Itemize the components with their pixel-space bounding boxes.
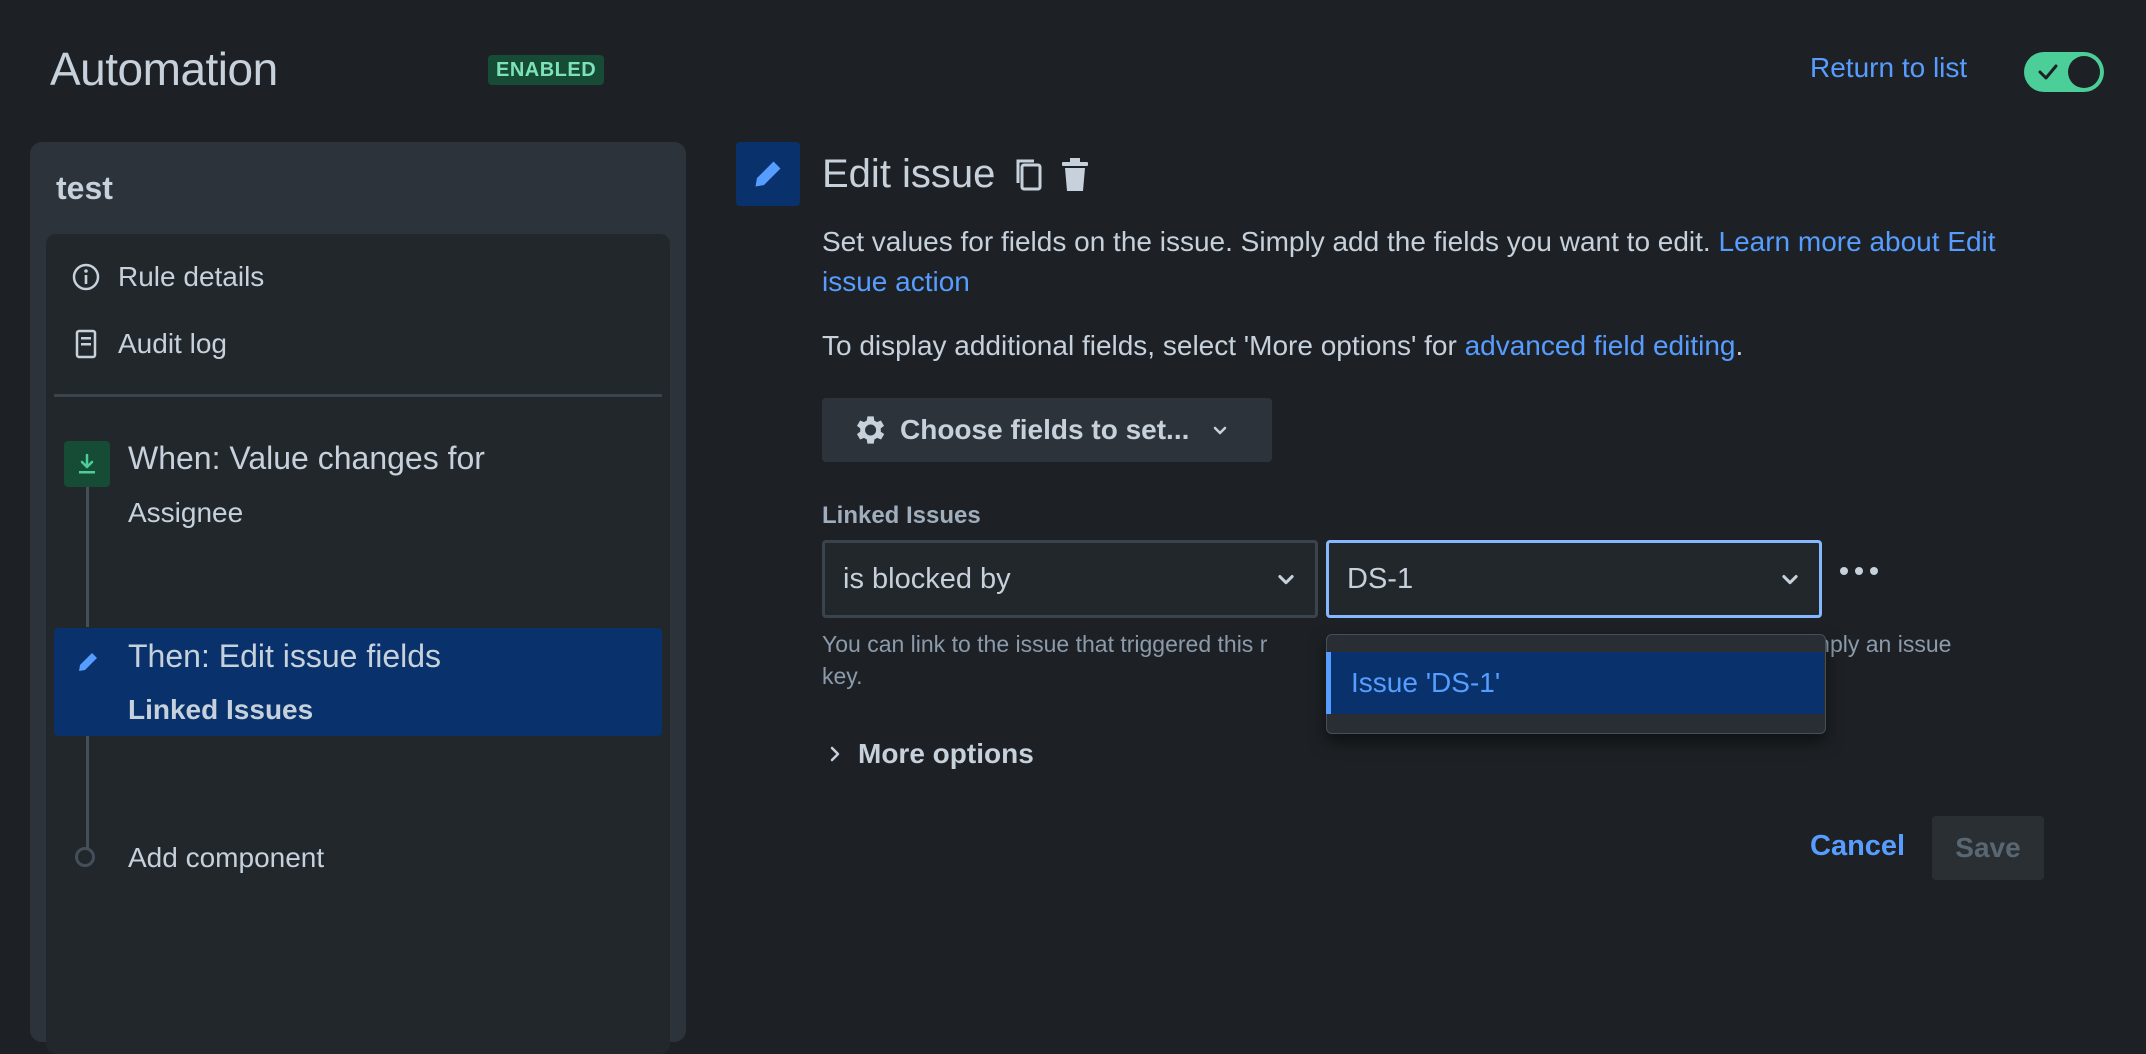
action-title[interactable]: Then: Edit issue fields: [128, 638, 441, 675]
save-button[interactable]: Save: [1932, 816, 2044, 880]
document-icon: [54, 329, 118, 359]
chevron-down-icon: [1782, 575, 1798, 585]
trash-icon[interactable]: [1058, 156, 1092, 194]
toggle-knob: [2068, 56, 2100, 88]
linked-issues-label: Linked Issues: [822, 502, 981, 529]
pencil-icon: [70, 644, 106, 680]
choose-fields-label: Choose fields to set...: [900, 414, 1190, 445]
status-badge: ENABLED: [488, 55, 605, 85]
more-options-toggle[interactable]: More options: [826, 738, 1034, 770]
helper-text-left: You can link to the issue that triggered…: [822, 631, 1268, 657]
trigger-icon[interactable]: [64, 441, 110, 487]
sidebar-item-audit-log[interactable]: Audit log: [54, 314, 664, 374]
add-component-button[interactable]: Add component: [128, 842, 324, 874]
info-icon: [54, 262, 118, 292]
dropdown-option-label: Issue 'DS-1': [1351, 667, 1501, 698]
gear-icon: [856, 416, 885, 444]
sidebar-divider: [54, 394, 662, 397]
editor-title: Edit issue: [822, 152, 996, 196]
sidebar-item-rule-details[interactable]: Rule details: [54, 247, 664, 307]
add-component-dot-icon: [75, 847, 95, 867]
more-options-label: More options: [858, 738, 1034, 769]
rule-enabled-toggle[interactable]: [2024, 52, 2104, 92]
description-text: Set values for fields on the issue. Simp…: [822, 226, 1711, 257]
additional-note-suffix: .: [1735, 330, 1744, 361]
helper-text-tail: key.: [822, 663, 863, 689]
editor-description: Set values for fields on the issue. Simp…: [822, 222, 2062, 302]
trigger-title[interactable]: When: Value changes for: [128, 440, 485, 477]
choose-fields-button[interactable]: Choose fields to set...: [822, 398, 1272, 462]
link-type-value: is blocked by: [843, 562, 1011, 595]
trigger-subtitle: Assignee: [128, 497, 244, 528]
page-title: Automation: [50, 43, 278, 95]
timeline-connector: [86, 736, 89, 848]
chevron-down-icon: [1214, 426, 1227, 435]
issue-key-select[interactable]: DS-1: [1326, 540, 1822, 618]
chevron-down-icon: [1278, 575, 1294, 585]
more-actions-icon[interactable]: [1834, 556, 1884, 586]
advanced-field-editing-link[interactable]: advanced field editing: [1465, 330, 1736, 361]
sidebar-item-label: Audit log: [118, 328, 227, 359]
chevron-right-icon: [830, 746, 840, 762]
copy-icon[interactable]: [1012, 156, 1046, 194]
timeline-connector: [86, 487, 89, 627]
additional-fields-note: To display additional fields, select 'Mo…: [822, 326, 2062, 366]
additional-note-text: To display additional fields, select 'Mo…: [822, 330, 1457, 361]
action-subtitle: Linked Issues: [128, 694, 314, 725]
dropdown-option[interactable]: Issue 'DS-1': [1326, 652, 1824, 714]
rule-name: test: [56, 170, 113, 206]
sidebar-item-label: Rule details: [118, 261, 265, 292]
issue-key-value: DS-1: [1347, 562, 1414, 595]
return-to-list-link[interactable]: Return to list: [1810, 52, 1967, 84]
check-icon: [2038, 64, 2058, 80]
pencil-icon: [736, 142, 800, 206]
link-type-select[interactable]: is blocked by: [822, 540, 1318, 618]
cancel-button[interactable]: Cancel: [1810, 830, 1905, 863]
